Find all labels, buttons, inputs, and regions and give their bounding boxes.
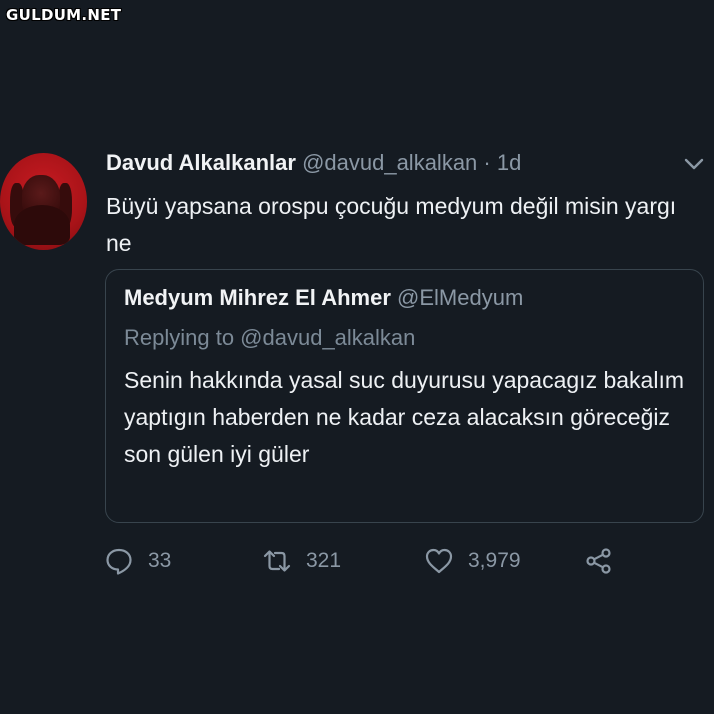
chevron-down-icon[interactable]: [683, 157, 705, 171]
replying-to-label: Replying to @davud_alkalkan: [124, 325, 416, 350]
share-button[interactable]: [584, 543, 614, 579]
tweet-body: Büyü yapsana orospu çocuğu medyum değil …: [106, 193, 677, 256]
avatar-beard: [14, 205, 70, 245]
heart-icon: [425, 548, 453, 574]
reply-count: 33: [148, 549, 172, 572]
like-button[interactable]: 3,979: [424, 543, 521, 579]
retweet-count: 321: [306, 549, 342, 572]
quoted-author-handle: @ElMedyum: [397, 285, 524, 310]
reply-icon: [106, 548, 132, 575]
author-name[interactable]: Davud Alkalkanlar: [106, 150, 296, 175]
retweet-icon: [263, 550, 291, 572]
tweet-timestamp[interactable]: 1d: [497, 150, 521, 175]
quoted-tweet-card[interactable]: Medyum Mihrez El Ahmer @ElMedyum Replyin…: [105, 269, 704, 523]
quoted-tweet-header: Medyum Mihrez El Ahmer @ElMedyum: [124, 285, 523, 311]
share-icon: [586, 548, 611, 574]
quoted-tweet-body: Senin hakkında yasal suc duyurusu yapaca…: [124, 367, 684, 467]
like-count: 3,979: [468, 549, 521, 572]
site-watermark: GULDUM.NET: [6, 6, 122, 24]
author-handle[interactable]: @davud_alkalkan: [302, 150, 477, 175]
author-avatar[interactable]: [0, 153, 87, 250]
quoted-author-name: Medyum Mihrez El Ahmer: [124, 285, 391, 310]
reply-button[interactable]: 33: [104, 543, 171, 579]
tweet-header: Davud Alkalkanlar @davud_alkalkan · 1d: [106, 150, 521, 176]
retweet-button[interactable]: 321: [262, 543, 341, 579]
tweet-actions: 33 321 3,979: [104, 543, 624, 579]
separator-dot: ·: [483, 150, 491, 175]
